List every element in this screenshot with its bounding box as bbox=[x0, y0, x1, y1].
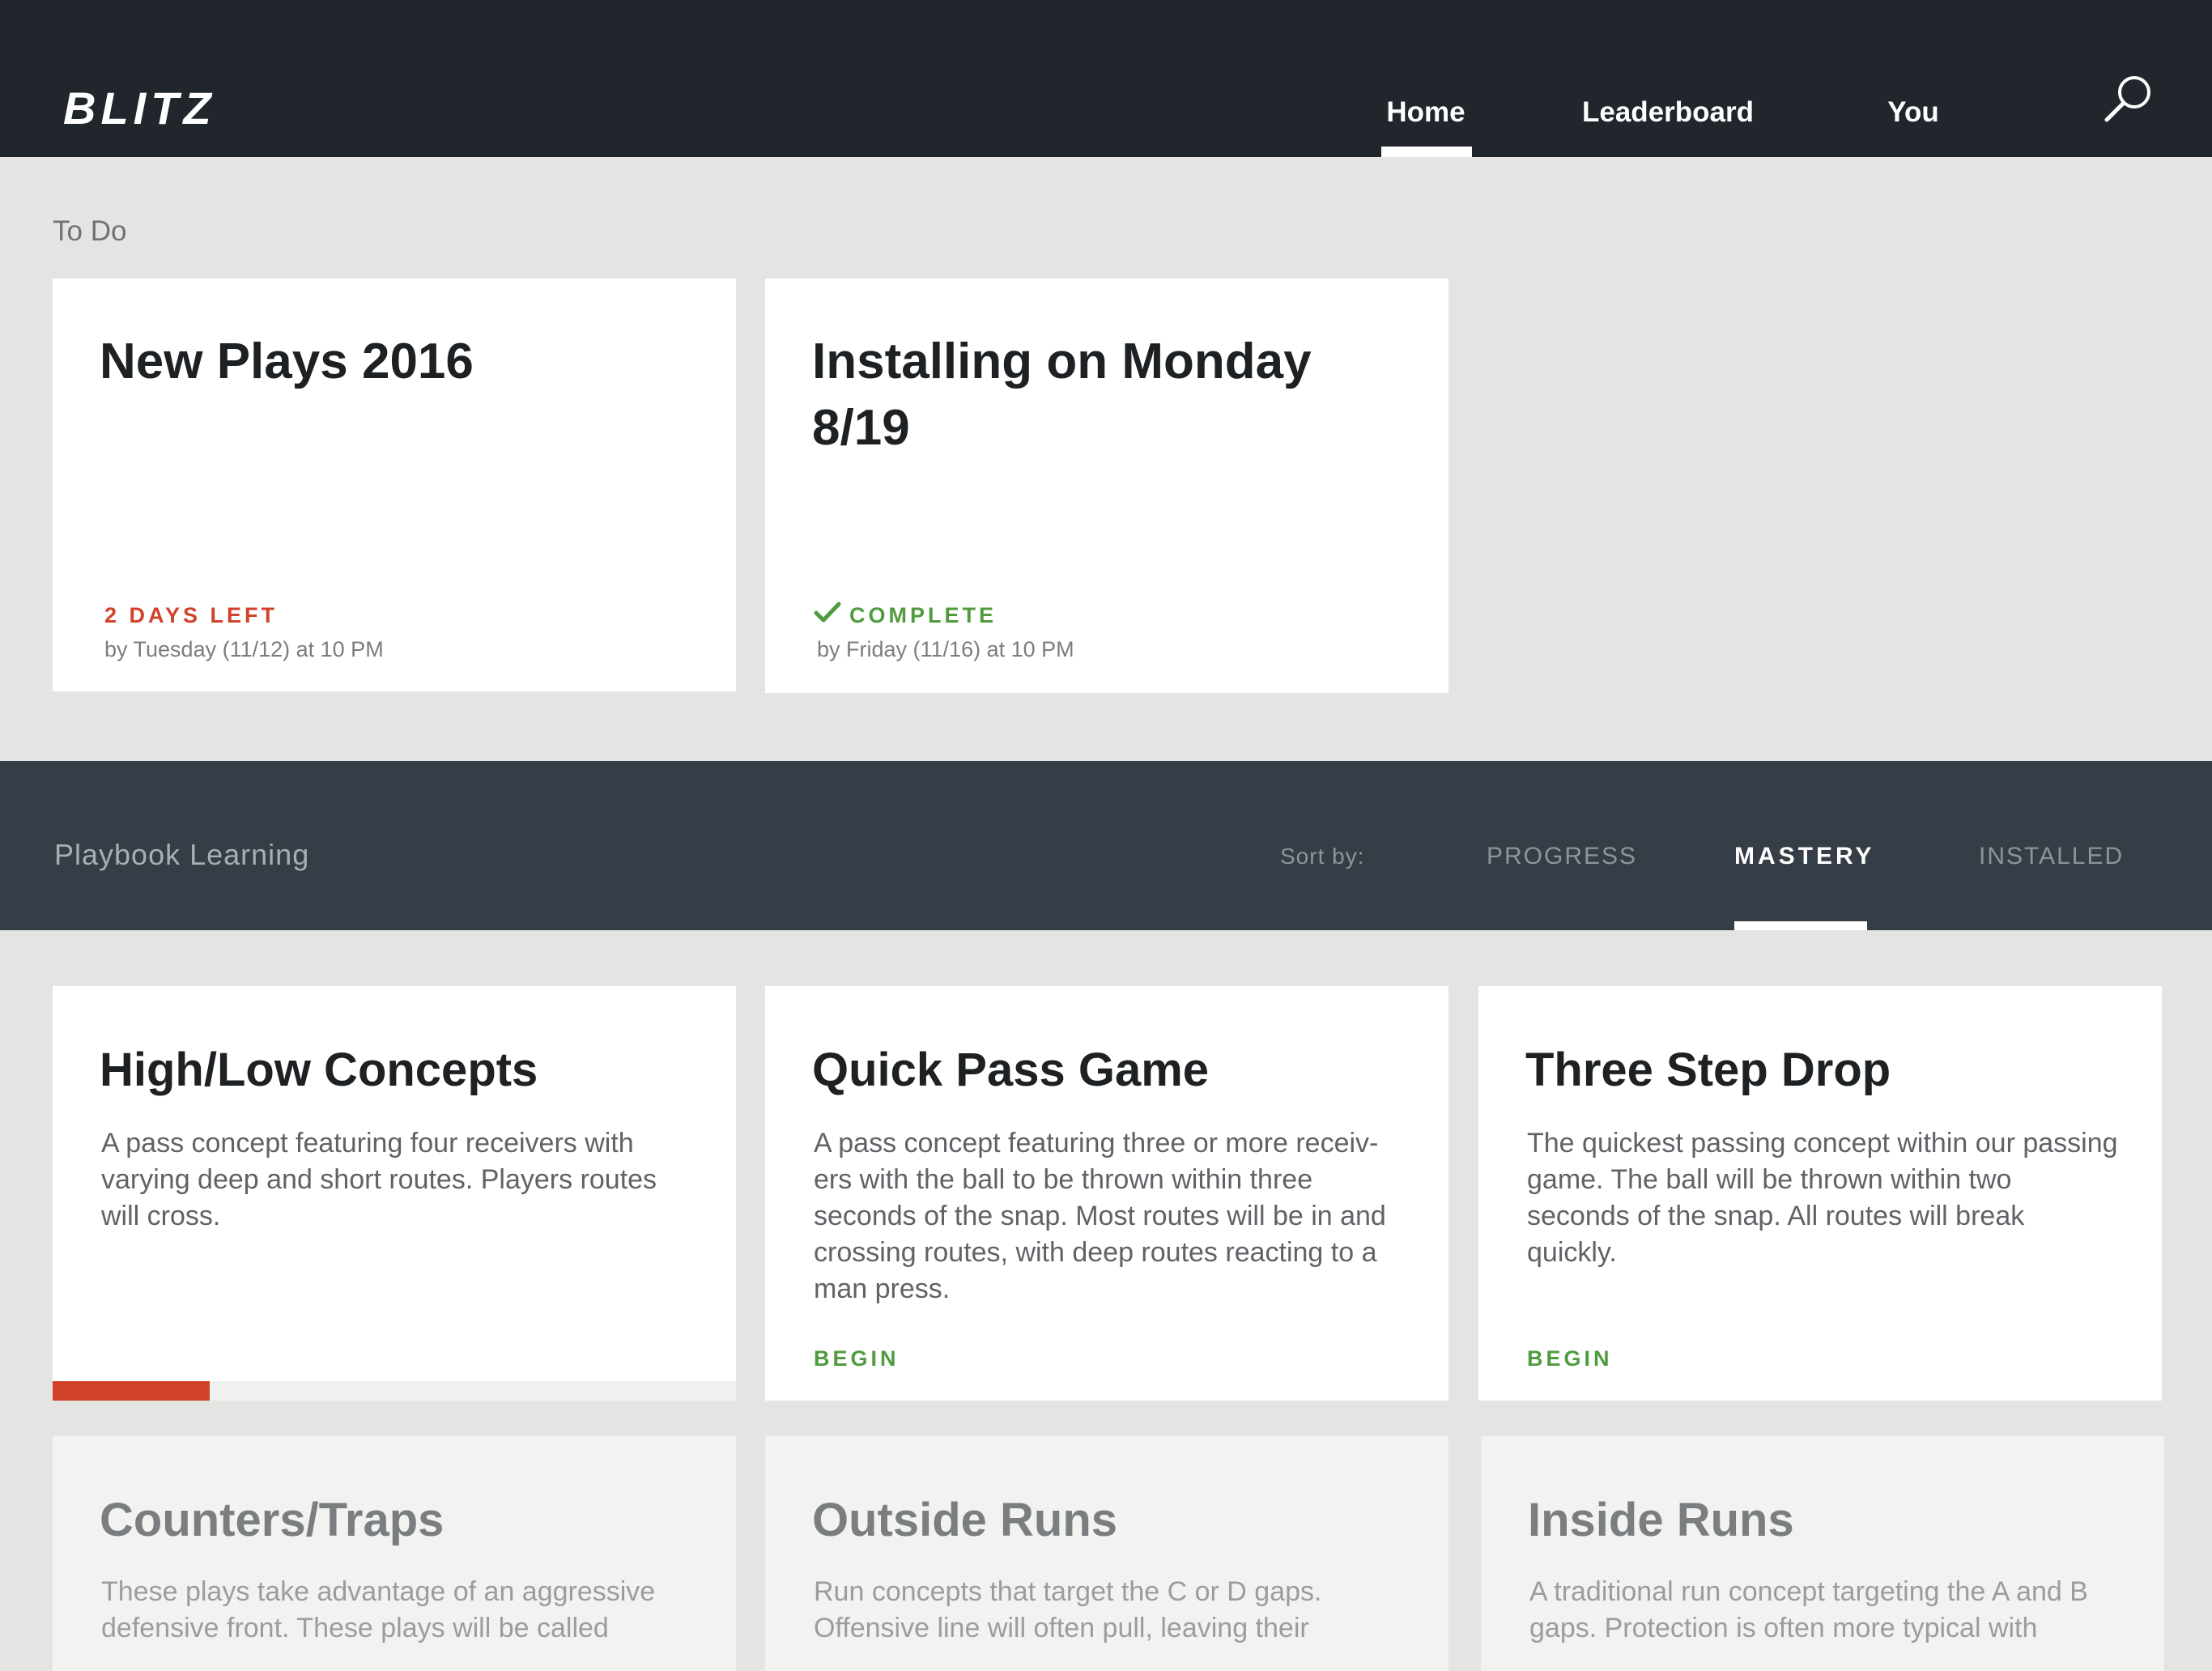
todo-due-date: by Friday (11/16) at 10 PM bbox=[817, 637, 1074, 661]
active-tab-indicator bbox=[1381, 147, 1472, 157]
active-sort-indicator bbox=[1734, 921, 1867, 930]
todo-card-new-plays[interactable]: New Plays 2016 2 DAYS LEFT by Tuesday (1… bbox=[53, 278, 736, 691]
todo-card-title: New Plays 2016 bbox=[100, 334, 474, 389]
nav-you-tab[interactable]: You bbox=[1878, 92, 1948, 133]
sort-mastery-option[interactable]: MASTERY bbox=[1734, 840, 1875, 873]
playbook-card-three-step[interactable]: Three Step Drop The quickest passing con… bbox=[1478, 986, 2162, 1401]
sort-by-label: Sort by: bbox=[1280, 844, 1365, 869]
playbook-section-title: Playbook Learning bbox=[54, 838, 310, 871]
complete-status-label: COMPLETE bbox=[849, 603, 998, 627]
playbook-card-description: The quickest passing concept within our … bbox=[1527, 1128, 2118, 1268]
todo-due-date: by Tuesday (11/12) at 10 PM bbox=[104, 637, 384, 661]
playbook-card-description: Run concepts that target the C or D gaps… bbox=[814, 1576, 1322, 1643]
todo-card-title: Installing on Monday 8/19 bbox=[812, 334, 1312, 456]
playbook-card-high-low[interactable]: High/Low Concepts A pass concept featuri… bbox=[53, 986, 736, 1401]
search-icon[interactable] bbox=[2100, 71, 2157, 128]
top-nav-bar: BLITZ Home Leaderboard You bbox=[0, 0, 2212, 157]
playbook-card-title: Quick Pass Game bbox=[812, 1044, 1210, 1096]
playbook-card-description: A pass concept featuring four receivers … bbox=[101, 1128, 657, 1231]
playbook-card-description: A pass concept featuring three or more r… bbox=[814, 1128, 1386, 1304]
playbook-card-counters-traps[interactable]: Counters/Traps These plays take advantag… bbox=[53, 1436, 736, 1671]
playbook-card-title: Outside Runs bbox=[812, 1494, 1118, 1546]
sort-progress-option[interactable]: PROGRESS bbox=[1487, 840, 1637, 873]
check-icon bbox=[814, 601, 841, 632]
days-left-status: 2 DAYS LEFT bbox=[104, 603, 279, 627]
playbook-card-title: Counters/Traps bbox=[100, 1494, 445, 1546]
playbook-card-title: Inside Runs bbox=[1528, 1494, 1794, 1546]
playbook-header-bar bbox=[0, 761, 2212, 930]
playbook-card-description: A traditional run concept targeting the … bbox=[1529, 1576, 2088, 1643]
playbook-card-title: High/Low Concepts bbox=[100, 1044, 538, 1096]
playbook-card-quick-pass[interactable]: Quick Pass Game A pass concept featuring… bbox=[765, 986, 1448, 1401]
playbook-card-outside-runs[interactable]: Outside Runs Run concepts that target th… bbox=[765, 1436, 1448, 1671]
playbook-card-description: These plays take advantage of an aggress… bbox=[101, 1576, 656, 1643]
todo-section-label: To Do bbox=[53, 215, 127, 247]
begin-button[interactable]: BEGIN bbox=[1527, 1344, 1613, 1373]
complete-status: COMPLETE bbox=[814, 601, 998, 632]
nav-home-tab[interactable]: Home bbox=[1381, 92, 1470, 133]
playbook-card-title: Three Step Drop bbox=[1525, 1044, 1891, 1096]
begin-button[interactable]: BEGIN bbox=[814, 1344, 900, 1373]
progress-bar-fill bbox=[53, 1381, 211, 1401]
playbook-card-inside-runs[interactable]: Inside Runs A traditional run concept ta… bbox=[1481, 1436, 2164, 1671]
app-logo: BLITZ bbox=[63, 83, 216, 134]
nav-leaderboard-tab[interactable]: Leaderboard bbox=[1563, 92, 1773, 133]
progress-bar bbox=[53, 1381, 736, 1401]
sort-installed-option[interactable]: INSTALLED bbox=[1979, 840, 2124, 873]
todo-card-installing[interactable]: Installing on Monday 8/19 COMPLETE by Fr… bbox=[765, 278, 1448, 693]
